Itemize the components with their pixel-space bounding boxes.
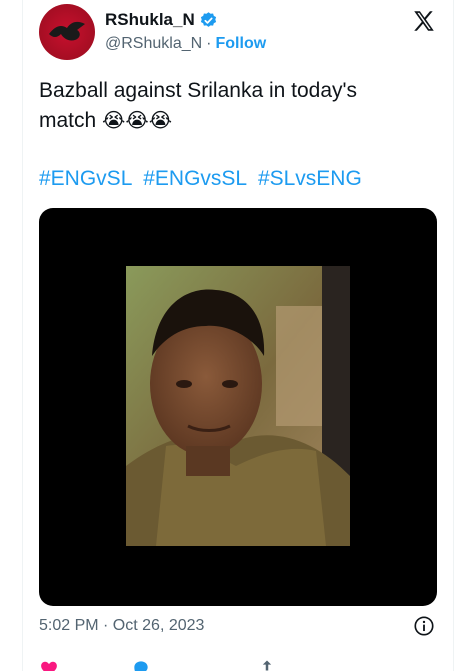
hashtag-row: #ENGvSL #ENGvsSL #SLvsENG [39,164,367,194]
verified-badge-icon [199,11,218,30]
hashtag-link[interactable]: #ENGvSL [39,167,132,190]
avatar-logo-icon [49,21,85,41]
follow-button[interactable]: Follow [216,35,267,53]
hashtag-link[interactable]: #ENGvsSL [143,167,247,190]
hashtag-link[interactable]: #SLvsENG [258,167,362,190]
avatar[interactable] [39,4,95,60]
tweet-media[interactable] [39,208,437,606]
reply-button[interactable] [131,658,151,671]
share-button[interactable] [257,658,277,671]
handle-separator: · [206,35,212,52]
tweet-text-line-2-row: match 😭😭😭 [39,106,439,136]
author-handle[interactable]: @RShukla_N [105,35,202,53]
crying-emoji: 😭😭😭 [102,110,173,132]
like-button[interactable] [39,658,59,671]
author-handle-row: @RShukla_N · Follow [105,35,266,53]
author-name-row: RShukla_N [105,10,218,30]
tweet-text-line-2: match [39,109,97,132]
x-logo-icon[interactable] [411,8,437,34]
tweet-timestamp[interactable]: 5:02 PM · Oct 26, 2023 [39,617,204,635]
tweet-text: Bazball against Srilanka in today's matc… [39,76,439,136]
info-icon[interactable] [413,615,435,637]
tweet-card: RShukla_N @RShukla_N · Follow Bazball ag… [22,0,454,671]
author-display-name[interactable]: RShukla_N [105,10,195,30]
tweet-text-line-1: Bazball against Srilanka in today's [39,79,358,102]
tweet-actions [39,658,437,671]
share-icon [262,660,272,671]
reply-icon [134,661,148,671]
media-thumbnail [126,266,350,546]
heart-icon [41,661,57,671]
